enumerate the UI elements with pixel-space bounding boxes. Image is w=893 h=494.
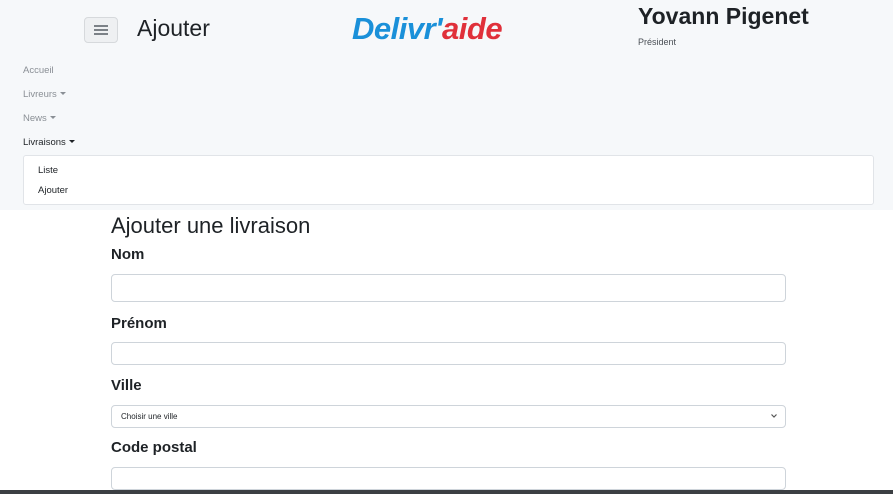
- caret-down-icon: [59, 92, 66, 95]
- nav-item-news[interactable]: News: [23, 113, 56, 125]
- nav-item-livraisons[interactable]: Livraisons: [23, 137, 75, 149]
- nav-item-accueil[interactable]: Accueil: [23, 65, 54, 77]
- dropdown-item-ajouter[interactable]: Ajouter: [38, 185, 68, 197]
- form-title: Ajouter une livraison: [111, 213, 311, 238]
- code-postal-label: Code postal: [111, 439, 197, 456]
- user-role: Président: [638, 37, 677, 47]
- caret-down-icon: [68, 140, 75, 143]
- dropdown-item-liste[interactable]: Liste: [38, 165, 58, 177]
- prenom-label: Prénom: [111, 315, 167, 332]
- brand-logo-part1: Delivr': [352, 11, 443, 46]
- nav-item-label: Livraisons: [23, 137, 66, 148]
- prenom-input[interactable]: [111, 342, 786, 365]
- nav-item-label: Livreurs: [23, 89, 57, 100]
- chevron-down-icon: [771, 414, 777, 418]
- page-title: Ajouter: [137, 15, 210, 41]
- nav-item-label: Accueil: [23, 65, 54, 76]
- user-name: Yovann Pigenet: [638, 3, 809, 29]
- ville-select-value: Choisir une ville: [121, 412, 178, 421]
- caret-down-icon: [49, 116, 56, 119]
- livraisons-dropdown-menu: Liste Ajouter: [23, 155, 874, 205]
- nom-label: Nom: [111, 246, 145, 263]
- nav-item-label: News: [23, 113, 47, 124]
- nom-input[interactable]: [111, 274, 786, 302]
- code-postal-input[interactable]: [111, 467, 786, 490]
- ville-select[interactable]: Choisir une ville: [111, 405, 786, 428]
- navbar: Ajouter Delivr'aide Yovann Pigenet Prési…: [0, 0, 893, 210]
- brand-logo[interactable]: Delivr'aide: [352, 10, 503, 48]
- nav-item-livreurs[interactable]: Livreurs: [23, 89, 66, 101]
- brand-logo-part2: aide: [442, 11, 503, 46]
- navbar-toggle-button[interactable]: [84, 17, 118, 43]
- hamburger-menu-icon: [94, 25, 108, 35]
- ville-label: Ville: [111, 377, 142, 394]
- window-bottom-border: [0, 490, 893, 494]
